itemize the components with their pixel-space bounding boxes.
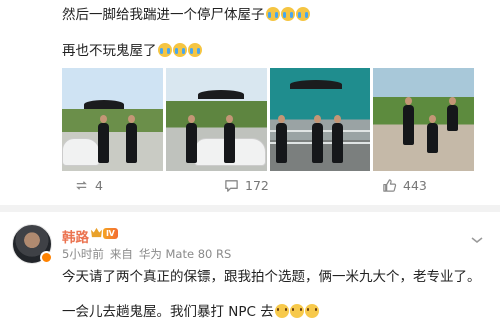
crying-emoji-icon: [265, 7, 280, 21]
repost-button[interactable]: 4: [74, 178, 103, 193]
post-photo-3[interactable]: [269, 68, 371, 171]
bodyguard-figure: [185, 115, 197, 163]
laughing-emoji-icon: [289, 304, 304, 318]
crying-emoji-icon: [187, 43, 202, 57]
post-text-line-1: 然后一脚给我踹进一个停尸体屋子: [62, 6, 310, 24]
laughing-emoji-icon: [304, 304, 319, 318]
comment-button[interactable]: 172: [224, 178, 269, 193]
comment-text-2: 一会儿去趟鬼屋。我们暴打 NPC 去: [62, 304, 274, 320]
comment-count: 172: [245, 178, 269, 193]
umbrella-shape: [84, 100, 124, 109]
post-text-2: 再也不玩鬼屋了: [62, 43, 157, 59]
repost-icon: [76, 181, 87, 190]
laughing-emoji-icon: [274, 304, 289, 318]
like-icon: [383, 179, 397, 192]
bodyguard-figure: [275, 115, 287, 163]
photo-grid: [62, 68, 474, 171]
section-divider: [0, 205, 500, 212]
post-text-line-2: 再也不玩鬼屋了: [62, 42, 202, 60]
comment-icon: [225, 180, 238, 192]
post-photo-2[interactable]: [165, 68, 267, 171]
crying-emoji-icon: [172, 43, 187, 57]
like-count: 443: [403, 178, 427, 193]
comment-text-line-1: 今天请了两个真正的保镖，跟我拍个选题，俩一米九大个，老专业了。: [62, 268, 481, 286]
bodyguard-figure: [331, 115, 343, 163]
comment-text-line-2: 一会儿去趟鬼屋。我们暴打 NPC 去: [62, 303, 319, 320]
post-text-1: 然后一脚给我踹进一个停尸体屋子: [62, 7, 265, 23]
chevron-down-icon: [471, 237, 483, 243]
bodyguard-figure: [403, 97, 415, 145]
car-shape: [62, 138, 100, 166]
post-photo-4[interactable]: [373, 68, 474, 171]
comment-text-1: 今天请了两个真正的保镖，跟我拍个选题，俩一米九大个，老专业了。: [62, 269, 481, 285]
post-time: 5小时前: [62, 247, 104, 261]
crown-icon: [91, 227, 102, 238]
repost-count: 4: [95, 178, 103, 193]
umbrella-shape: [289, 80, 342, 89]
crying-emoji-icon: [157, 43, 172, 57]
level-badge: Ⅳ: [103, 228, 118, 239]
crying-emoji-icon: [280, 7, 295, 21]
more-button[interactable]: [470, 230, 484, 243]
umbrella-shape: [197, 90, 244, 99]
author-name[interactable]: 韩路: [62, 226, 89, 246]
source-prefix: 来自: [109, 247, 133, 261]
bodyguard-figure: [98, 115, 109, 163]
post-action-bar: 4 172 443: [62, 178, 474, 196]
like-button[interactable]: 443: [382, 178, 427, 193]
verified-badge: [40, 251, 53, 264]
bodyguard-figure: [223, 115, 235, 163]
bodyguard-figure: [427, 115, 439, 153]
post-meta: 5小时前 来自 华为 Mate 80 RS: [62, 246, 231, 262]
bodyguard-figure: [447, 97, 459, 131]
crying-emoji-icon: [295, 7, 310, 21]
bodyguard-figure: [311, 115, 323, 163]
bodyguard-figure: [126, 115, 137, 163]
post-photo-1[interactable]: [62, 68, 163, 171]
post-source: 华为 Mate 80 RS: [138, 247, 232, 261]
